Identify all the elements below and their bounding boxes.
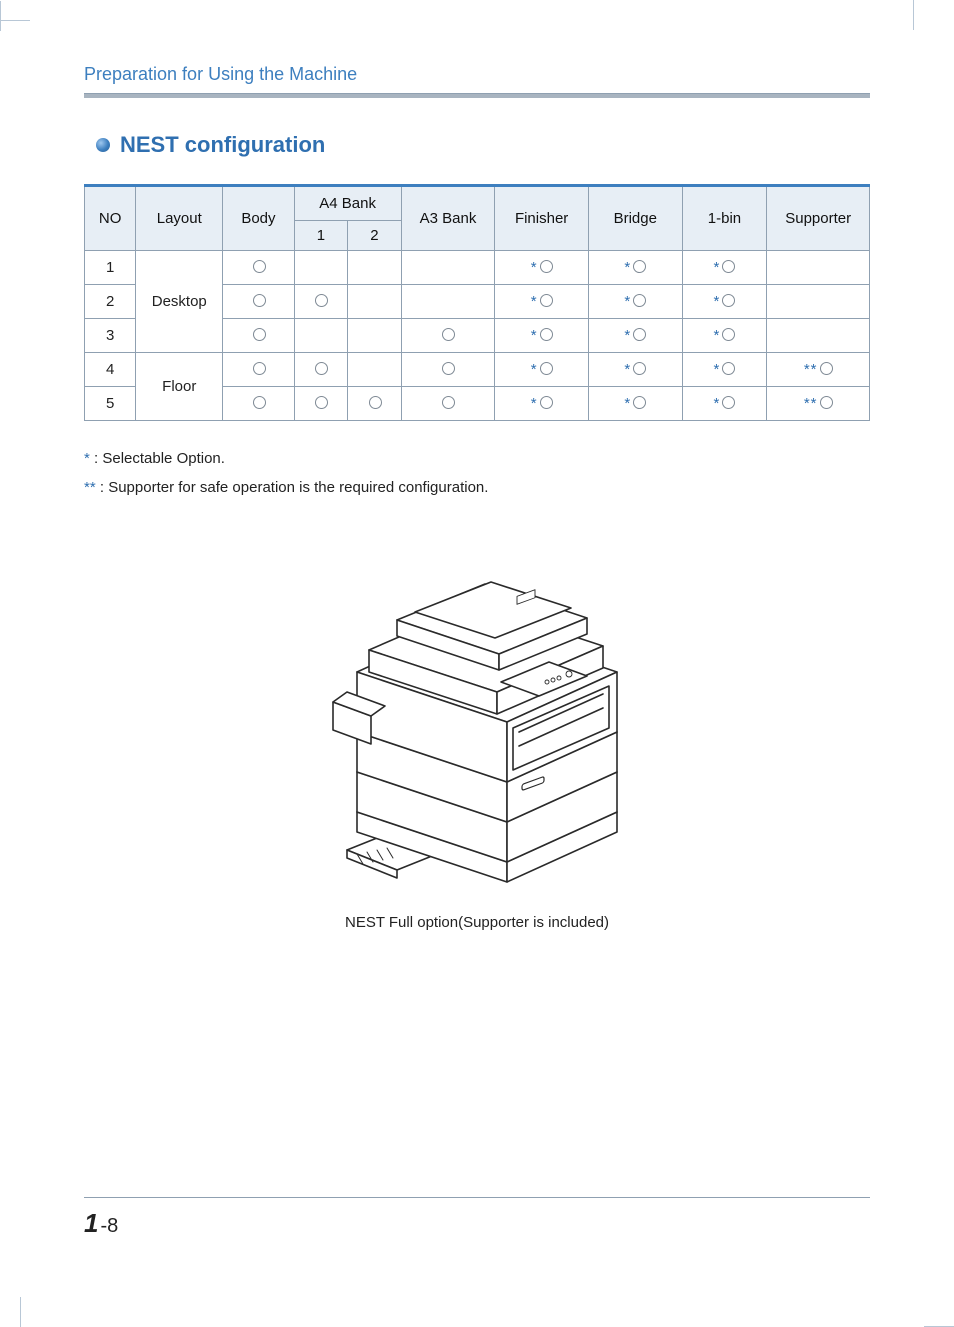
page-number: 1-8 xyxy=(84,1208,870,1239)
cell-a4_2 xyxy=(348,353,402,387)
th-body: Body xyxy=(223,186,294,251)
cell-no: 1 xyxy=(85,251,136,285)
th-layout: Layout xyxy=(136,186,223,251)
cell-body xyxy=(223,353,294,387)
cell-fin: * xyxy=(495,387,589,421)
th-supporter: Supporter xyxy=(767,186,870,251)
section-title: NEST configuration xyxy=(120,132,325,158)
cell-bin: * xyxy=(682,251,767,285)
figure-caption: NEST Full option(Supporter is included) xyxy=(84,914,870,931)
cell-a3 xyxy=(401,387,495,421)
note1-asterisk: * xyxy=(84,450,94,467)
cell-sup xyxy=(767,251,870,285)
cell-layout-desktop: Desktop xyxy=(136,251,223,353)
cell-br: * xyxy=(588,285,682,319)
cell-bin: * xyxy=(682,353,767,387)
th-a4-1: 1 xyxy=(294,221,348,251)
table-notes: * : Selectable Option. ** : Supporter fo… xyxy=(84,445,870,502)
cell-fin: * xyxy=(495,251,589,285)
cell-no: 4 xyxy=(85,353,136,387)
th-bridge: Bridge xyxy=(588,186,682,251)
cell-bin: * xyxy=(682,319,767,353)
cell-a4_2 xyxy=(348,285,402,319)
cell-a4_2 xyxy=(348,319,402,353)
cell-br: * xyxy=(588,251,682,285)
cell-a3 xyxy=(401,285,495,319)
printer-illustration xyxy=(287,532,667,892)
th-no: NO xyxy=(85,186,136,251)
chapter-header: Preparation for Using the Machine xyxy=(84,64,870,85)
cell-no: 2 xyxy=(85,285,136,319)
cell-a4_1 xyxy=(294,353,348,387)
cell-sup xyxy=(767,319,870,353)
cell-fin: * xyxy=(495,285,589,319)
cell-bin: * xyxy=(682,285,767,319)
cell-sup: ** xyxy=(767,353,870,387)
cell-a4_2 xyxy=(348,251,402,285)
cell-body xyxy=(223,319,294,353)
cell-a4_1 xyxy=(294,285,348,319)
note1-text: : Selectable Option. xyxy=(94,450,225,467)
cell-fin: * xyxy=(495,353,589,387)
cell-a3 xyxy=(401,319,495,353)
table-row: 1Desktop*** xyxy=(85,251,870,285)
cell-a4_2 xyxy=(348,387,402,421)
cell-no: 5 xyxy=(85,387,136,421)
header-rule xyxy=(84,93,870,98)
cell-body xyxy=(223,387,294,421)
th-finisher: Finisher xyxy=(495,186,589,251)
nest-config-table: NO Layout Body A4 Bank A3 Bank Finisher … xyxy=(84,184,870,421)
cell-a3 xyxy=(401,353,495,387)
cell-br: * xyxy=(588,353,682,387)
cell-a4_1 xyxy=(294,387,348,421)
th-a4bank: A4 Bank xyxy=(294,186,401,221)
cell-sup xyxy=(767,285,870,319)
cell-a3 xyxy=(401,251,495,285)
footer-rule xyxy=(84,1197,870,1198)
th-a3bank: A3 Bank xyxy=(401,186,495,251)
cell-no: 3 xyxy=(85,319,136,353)
cell-body xyxy=(223,285,294,319)
note2-asterisk: ** xyxy=(84,479,96,496)
cell-fin: * xyxy=(495,319,589,353)
note2-text: : Supporter for safe operation is the re… xyxy=(100,479,489,496)
cell-body xyxy=(223,251,294,285)
cell-br: * xyxy=(588,387,682,421)
table-row: 4Floor***** xyxy=(85,353,870,387)
cell-a4_1 xyxy=(294,251,348,285)
cell-sup: ** xyxy=(767,387,870,421)
th-1bin: 1-bin xyxy=(682,186,767,251)
th-a4-2: 2 xyxy=(348,221,402,251)
bullet-icon xyxy=(96,138,110,152)
cell-br: * xyxy=(588,319,682,353)
cell-a4_1 xyxy=(294,319,348,353)
cell-bin: * xyxy=(682,387,767,421)
cell-layout-floor: Floor xyxy=(136,353,223,421)
